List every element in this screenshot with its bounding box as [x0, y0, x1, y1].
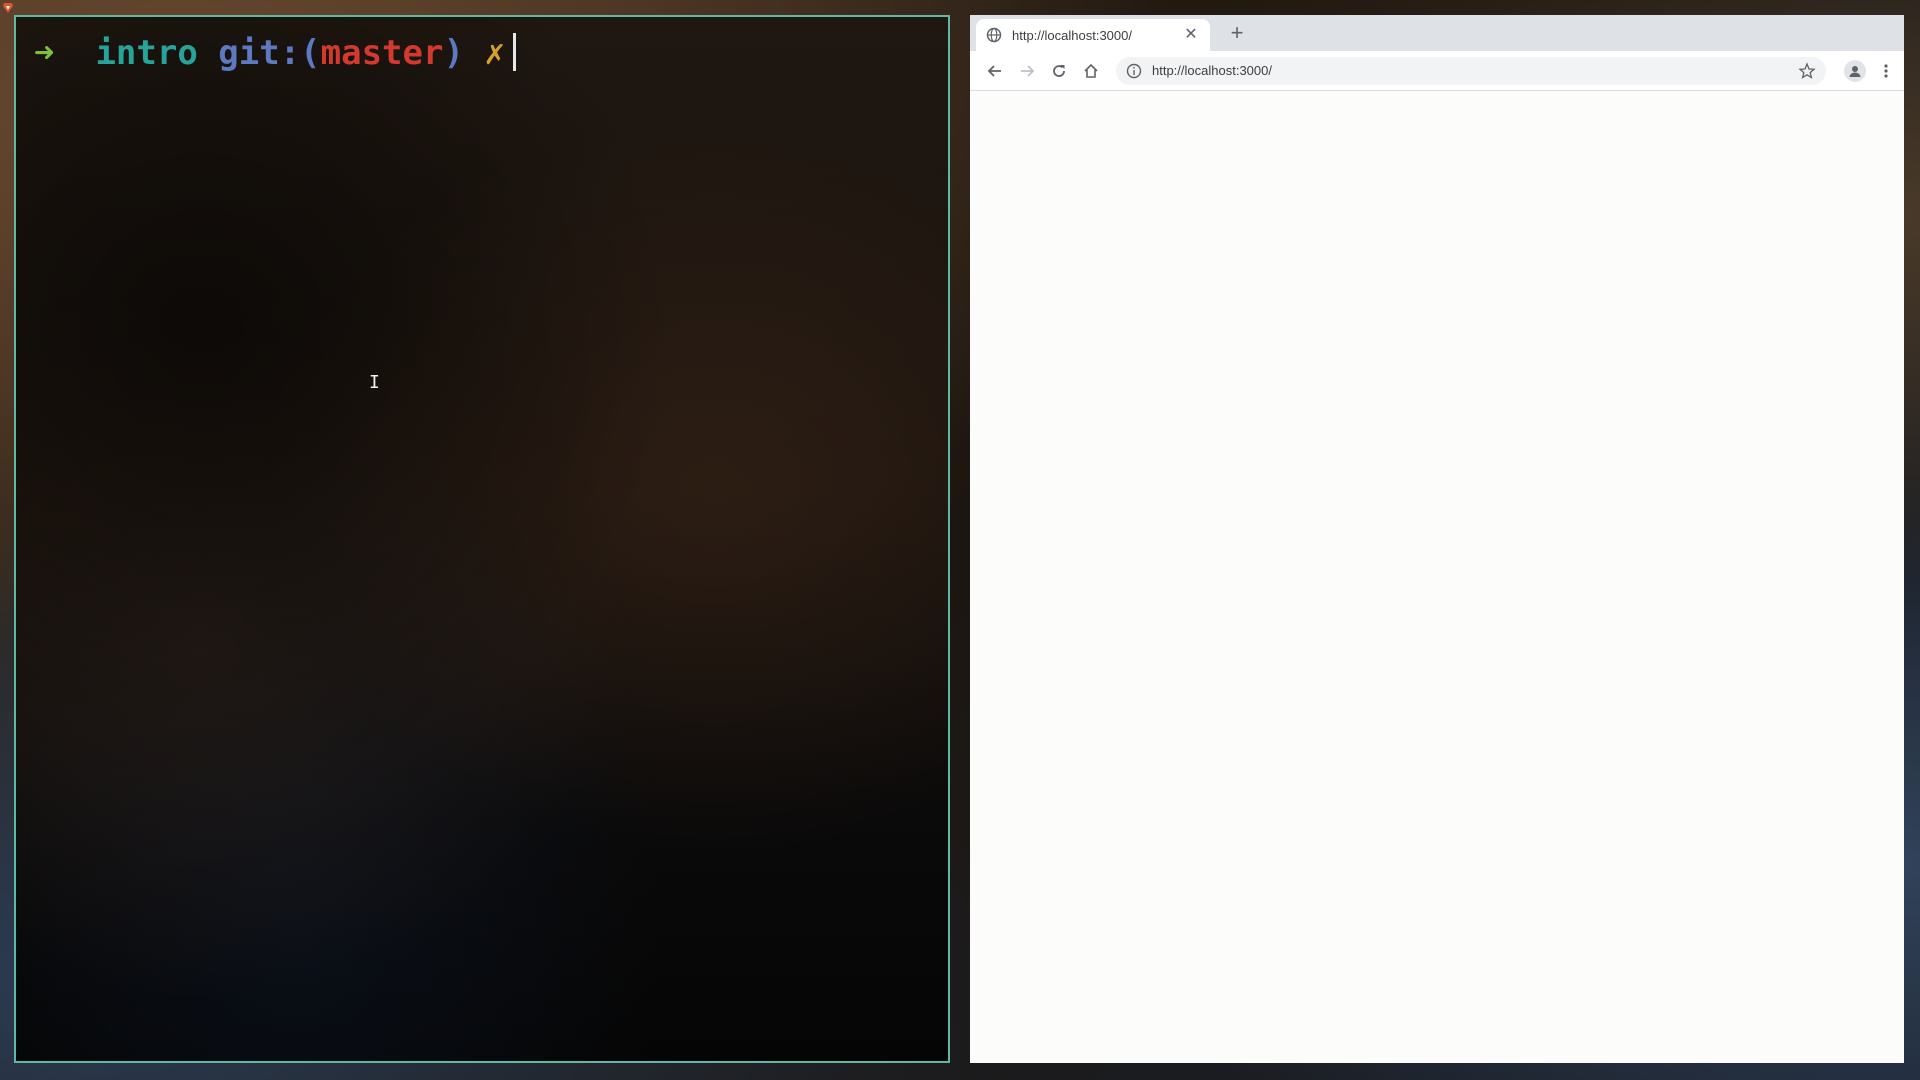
star-icon[interactable] — [1798, 61, 1816, 80]
menu-dots-icon — [1884, 63, 1888, 78]
home-button[interactable] — [1076, 56, 1106, 86]
prompt-dirty-mark: ✗ — [484, 33, 505, 73]
back-arrow-icon — [987, 64, 1001, 77]
home-icon — [1084, 63, 1098, 78]
ibeam-cursor-icon: I — [369, 372, 380, 393]
address-url[interactable]: http://localhost:3000/ — [1152, 63, 1798, 78]
new-tab-button[interactable]: + — [1226, 22, 1248, 45]
close-icon[interactable]: ✕ — [1182, 26, 1200, 44]
app-logo-icon — [3, 3, 13, 13]
reload-icon — [1053, 64, 1065, 77]
forward-button[interactable] — [1012, 56, 1042, 86]
info-icon[interactable] — [1126, 63, 1142, 79]
menu-button[interactable] — [1878, 60, 1894, 82]
tab-title: http://localhost:3000/ — [1012, 27, 1132, 43]
forward-arrow-icon — [1021, 64, 1035, 77]
prompt-arrow: ➜ — [34, 33, 55, 73]
tab-strip: http://localhost:3000/ ✕ + — [970, 15, 1904, 51]
reload-button[interactable] — [1044, 56, 1074, 86]
tab-localhost[interactable]: http://localhost:3000/ ✕ — [976, 19, 1210, 51]
page-viewport[interactable] — [970, 119, 1904, 1063]
back-button[interactable] — [980, 56, 1010, 86]
profile-icon — [1849, 65, 1861, 77]
prompt-git-prefix: git:( — [218, 33, 321, 73]
text-cursor — [512, 33, 516, 71]
globe-icon — [986, 27, 1002, 43]
browser-toolbar: http://localhost:3000/ — [970, 51, 1904, 91]
profile-button[interactable] — [1844, 59, 1866, 82]
prompt-git-branch: master — [320, 33, 444, 73]
prompt-directory: intro — [95, 33, 198, 73]
prompt-git-suffix: ) — [443, 33, 464, 73]
terminal-window[interactable]: ➜ intro git:(master) ✗ I — [14, 15, 950, 1063]
shell-prompt: ➜ intro git:(master) ✗ — [34, 31, 516, 75]
browser-window: http://localhost:3000/ ✕ + http://localh… — [970, 15, 1904, 1063]
address-bar[interactable]: http://localhost:3000/ — [1116, 56, 1826, 85]
